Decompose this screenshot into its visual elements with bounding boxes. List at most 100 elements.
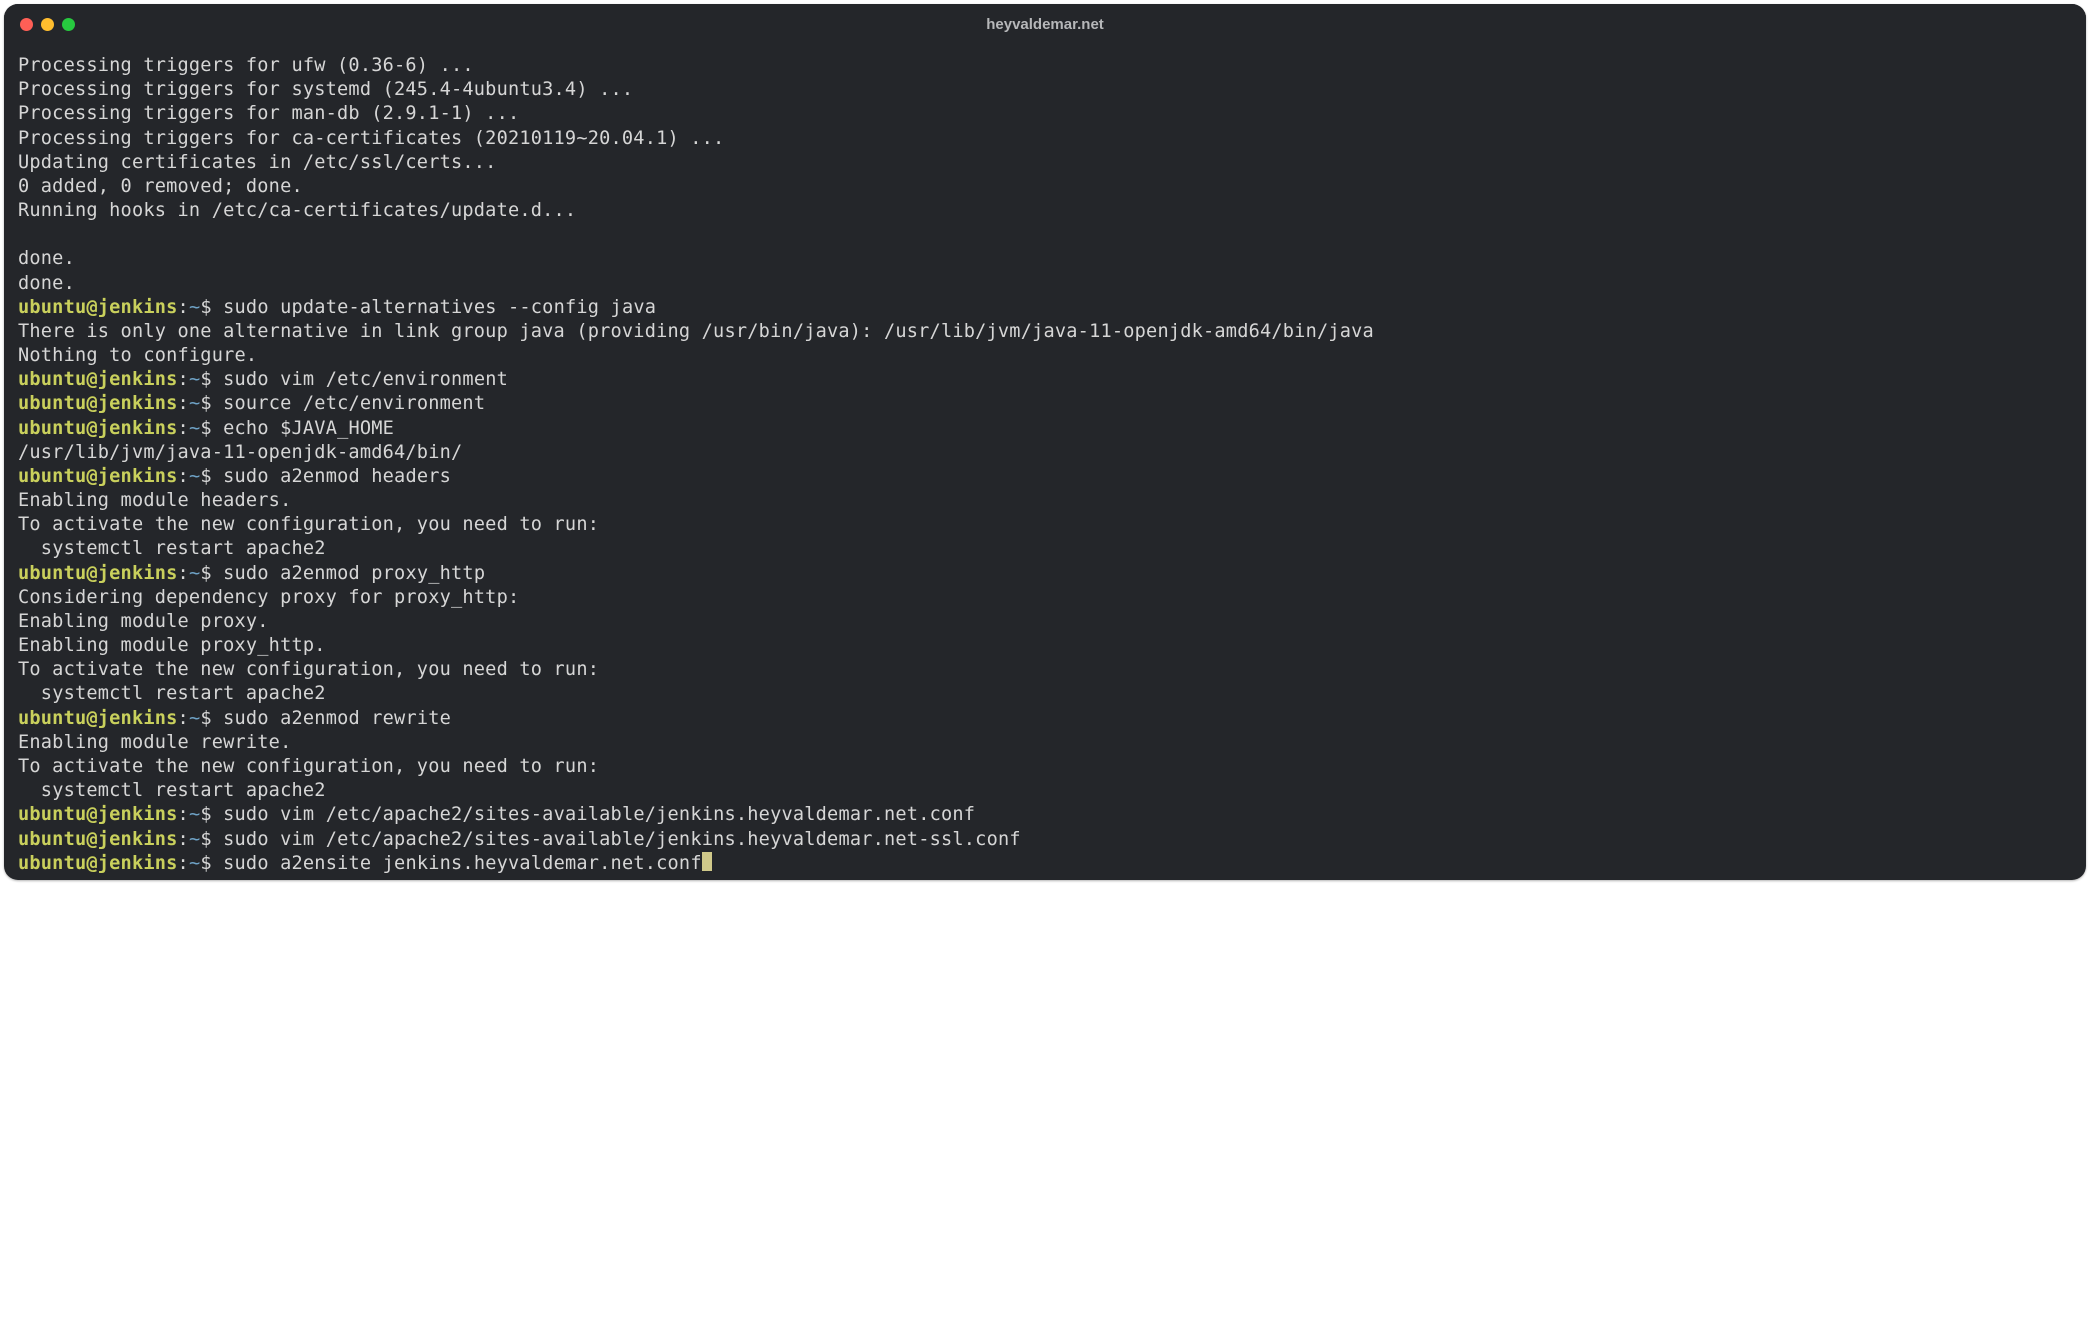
output-line: Nothing to configure.: [18, 344, 2072, 368]
prompt-user-host: ubuntu@jenkins: [18, 393, 178, 414]
output-line: To activate the new configuration, you n…: [18, 755, 2072, 779]
prompt-marker: $: [200, 297, 211, 318]
prompt-cwd: ~: [189, 393, 200, 414]
output-text: Enabling module proxy.: [18, 611, 269, 632]
prompt-line: ubuntu@jenkins:~$ sudo a2enmod proxy_htt…: [18, 562, 2072, 586]
output-line: [18, 223, 2072, 247]
terminal-window: heyvaldemar.net Processing triggers for …: [4, 4, 2086, 880]
output-text: [18, 224, 29, 245]
traffic-lights: [20, 18, 75, 31]
output-text: Considering dependency proxy for proxy_h…: [18, 587, 519, 608]
command-text: sudo a2enmod rewrite: [212, 708, 451, 729]
prompt-user-host: ubuntu@jenkins: [18, 829, 178, 850]
output-text: done.: [18, 273, 75, 294]
output-line: Considering dependency proxy for proxy_h…: [18, 586, 2072, 610]
prompt-line: ubuntu@jenkins:~$ sudo a2enmod headers: [18, 465, 2072, 489]
prompt-user-host: ubuntu@jenkins: [18, 466, 178, 487]
output-line: Processing triggers for man-db (2.9.1-1)…: [18, 102, 2072, 126]
prompt-marker: $: [200, 418, 211, 439]
prompt-line: ubuntu@jenkins:~$ sudo vim /etc/apache2/…: [18, 828, 2072, 852]
prompt-separator: :: [178, 853, 189, 874]
prompt-cwd: ~: [189, 297, 200, 318]
maximize-icon[interactable]: [62, 18, 75, 31]
terminal-body[interactable]: Processing triggers for ufw (0.36-6) ...…: [4, 44, 2086, 880]
window-title: heyvaldemar.net: [4, 16, 2086, 33]
command-text: sudo a2enmod proxy_http: [212, 563, 485, 584]
output-text: Processing triggers for systemd (245.4-4…: [18, 79, 633, 100]
prompt-marker: $: [200, 829, 211, 850]
output-text: To activate the new configuration, you n…: [18, 659, 599, 680]
output-line: Enabling module rewrite.: [18, 731, 2072, 755]
prompt-cwd: ~: [189, 466, 200, 487]
output-line: systemctl restart apache2: [18, 779, 2072, 803]
output-text: Enabling module proxy_http.: [18, 635, 326, 656]
prompt-separator: :: [178, 708, 189, 729]
prompt-cwd: ~: [189, 369, 200, 390]
prompt-separator: :: [178, 466, 189, 487]
output-line: Processing triggers for systemd (245.4-4…: [18, 78, 2072, 102]
output-line: Running hooks in /etc/ca-certificates/up…: [18, 199, 2072, 223]
prompt-user-host: ubuntu@jenkins: [18, 853, 178, 874]
prompt-cwd: ~: [189, 708, 200, 729]
output-line: Enabling module headers.: [18, 489, 2072, 513]
close-icon[interactable]: [20, 18, 33, 31]
output-text: systemctl restart apache2: [18, 780, 326, 801]
output-text: Processing triggers for man-db (2.9.1-1)…: [18, 103, 519, 124]
prompt-user-host: ubuntu@jenkins: [18, 418, 178, 439]
prompt-cwd: ~: [189, 829, 200, 850]
output-text: There is only one alternative in link gr…: [18, 321, 1374, 342]
prompt-line: ubuntu@jenkins:~$ sudo a2ensite jenkins.…: [18, 852, 2072, 876]
output-line: To activate the new configuration, you n…: [18, 513, 2072, 537]
output-text: Processing triggers for ufw (0.36-6) ...: [18, 55, 474, 76]
prompt-marker: $: [200, 708, 211, 729]
prompt-marker: $: [200, 853, 211, 874]
prompt-cwd: ~: [189, 418, 200, 439]
output-line: Enabling module proxy.: [18, 610, 2072, 634]
output-text: Enabling module headers.: [18, 490, 291, 511]
output-line: Updating certificates in /etc/ssl/certs.…: [18, 151, 2072, 175]
prompt-separator: :: [178, 297, 189, 318]
prompt-marker: $: [200, 393, 211, 414]
prompt-marker: $: [200, 466, 211, 487]
prompt-line: ubuntu@jenkins:~$ sudo update-alternativ…: [18, 296, 2072, 320]
prompt-cwd: ~: [189, 804, 200, 825]
output-line: 0 added, 0 removed; done.: [18, 175, 2072, 199]
command-text: source /etc/environment: [212, 393, 485, 414]
minimize-icon[interactable]: [41, 18, 54, 31]
prompt-user-host: ubuntu@jenkins: [18, 708, 178, 729]
prompt-separator: :: [178, 369, 189, 390]
output-line: done.: [18, 272, 2072, 296]
prompt-separator: :: [178, 393, 189, 414]
titlebar: heyvaldemar.net: [4, 4, 2086, 44]
prompt-user-host: ubuntu@jenkins: [18, 804, 178, 825]
output-text: systemctl restart apache2: [18, 538, 326, 559]
prompt-line: ubuntu@jenkins:~$ sudo vim /etc/environm…: [18, 368, 2072, 392]
prompt-marker: $: [200, 369, 211, 390]
prompt-separator: :: [178, 829, 189, 850]
command-text: sudo a2enmod headers: [212, 466, 451, 487]
output-line: /usr/lib/jvm/java-11-openjdk-amd64/bin/: [18, 441, 2072, 465]
cursor-icon: [702, 852, 712, 871]
prompt-line: ubuntu@jenkins:~$ source /etc/environmen…: [18, 392, 2072, 416]
command-text: sudo a2ensite jenkins.heyvaldemar.net.co…: [212, 853, 702, 874]
prompt-line: ubuntu@jenkins:~$ echo $JAVA_HOME: [18, 417, 2072, 441]
output-line: systemctl restart apache2: [18, 682, 2072, 706]
prompt-user-host: ubuntu@jenkins: [18, 563, 178, 584]
output-text: Running hooks in /etc/ca-certificates/up…: [18, 200, 576, 221]
output-text: To activate the new configuration, you n…: [18, 756, 599, 777]
output-text: /usr/lib/jvm/java-11-openjdk-amd64/bin/: [18, 442, 462, 463]
command-text: sudo vim /etc/apache2/sites-available/je…: [212, 829, 1021, 850]
output-line: Enabling module proxy_http.: [18, 634, 2072, 658]
output-line: To activate the new configuration, you n…: [18, 658, 2072, 682]
prompt-user-host: ubuntu@jenkins: [18, 369, 178, 390]
output-line: There is only one alternative in link gr…: [18, 320, 2072, 344]
prompt-separator: :: [178, 804, 189, 825]
output-line: Processing triggers for ufw (0.36-6) ...: [18, 54, 2072, 78]
output-line: Processing triggers for ca-certificates …: [18, 127, 2072, 151]
prompt-separator: :: [178, 563, 189, 584]
output-text: Processing triggers for ca-certificates …: [18, 128, 724, 149]
prompt-line: ubuntu@jenkins:~$ sudo a2enmod rewrite: [18, 707, 2072, 731]
output-text: Enabling module rewrite.: [18, 732, 291, 753]
output-line: systemctl restart apache2: [18, 537, 2072, 561]
prompt-line: ubuntu@jenkins:~$ sudo vim /etc/apache2/…: [18, 803, 2072, 827]
